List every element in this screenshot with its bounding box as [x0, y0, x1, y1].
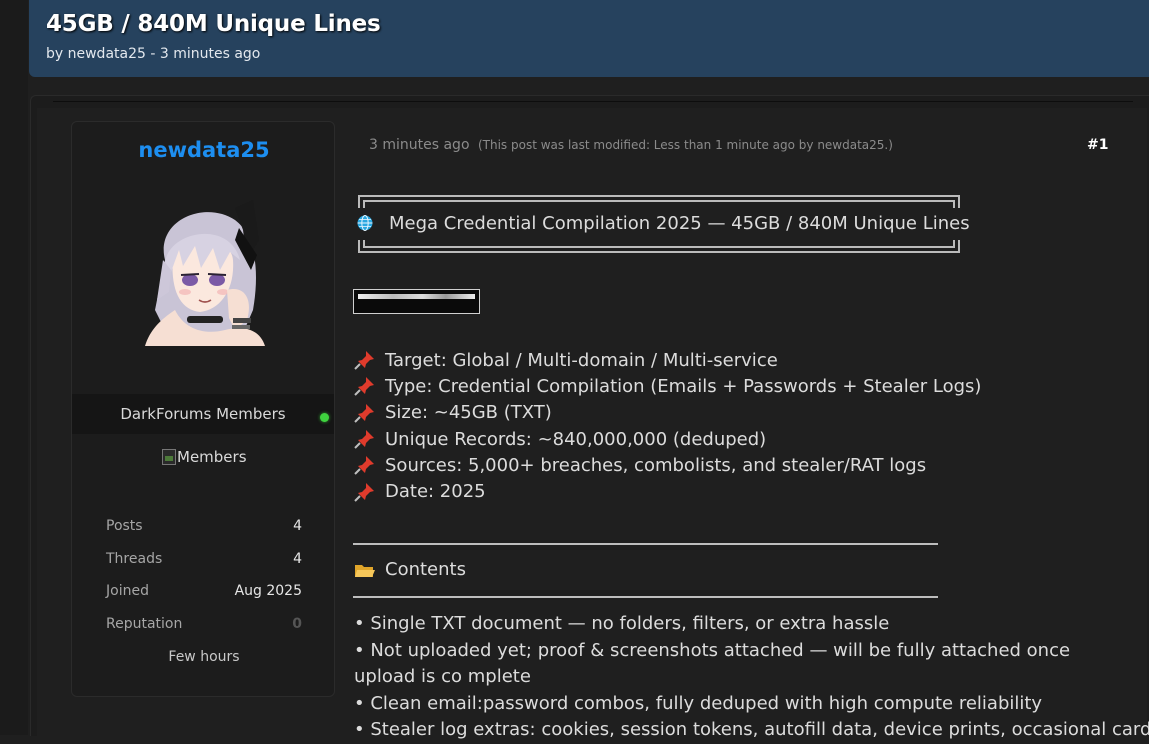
divider: [353, 543, 938, 545]
info-item: Target: Global / Multi-domain / Multi-se…: [354, 347, 981, 373]
info-text: Unique Records: ~840,000,000 (deduped): [385, 428, 767, 450]
post-meta: 3 minutes ago (This post was last modifi…: [369, 137, 893, 153]
divider: [53, 101, 1133, 102]
post-time[interactable]: 3 minutes ago: [369, 137, 470, 153]
stat-label: Threads: [106, 550, 163, 567]
group-image-alt: Members: [177, 448, 247, 466]
page-gutter: [0, 0, 28, 735]
info-text: Date: 2025: [385, 481, 486, 503]
pushpin-icon: [354, 351, 374, 370]
pushpin-icon: [354, 377, 374, 397]
last-seen: Few hours: [168, 649, 240, 665]
info-item: Size: ~45GB (TXT): [354, 400, 981, 426]
stat-label: Posts: [106, 518, 143, 534]
divider: [353, 596, 938, 598]
info-text: Sources: 5,000+ breaches, combolists, an…: [385, 454, 927, 476]
post-headline: Mega Credential Compilation 2025 — 45GB …: [389, 213, 970, 234]
list-item: • Single TXT document — no folders, filt…: [354, 613, 890, 634]
usergroup-bar: DarkForums Members: [72, 394, 334, 434]
thread-header: 45GB / 840M Unique Lines by newdata25 - …: [29, 0, 1149, 77]
contents-heading: Contents: [354, 559, 466, 580]
info-text: Target: Global / Multi-domain / Multi-se…: [385, 349, 778, 371]
proof-image[interactable]: [353, 289, 480, 314]
stat-row: Posts 4: [106, 518, 302, 551]
post-edited-note: (This post was last modified: Less than …: [477, 138, 893, 152]
contents-list: • Single TXT document — no folders, filt…: [354, 611, 1149, 744]
info-item: Date: 2025: [354, 478, 981, 504]
info-list: Target: Global / Multi-domain / Multi-se…: [354, 347, 981, 505]
pushpin-icon: [354, 456, 374, 476]
pushpin-icon: [354, 482, 374, 502]
author-username[interactable]: newdata25: [72, 138, 336, 162]
info-item: Sources: 5,000+ breaches, combolists, an…: [354, 452, 981, 478]
folder-icon: [355, 564, 375, 577]
list-item: • Not uploaded yet; proof & screenshots …: [354, 639, 1071, 688]
broken-image-icon: [162, 449, 176, 465]
stat-value[interactable]: 4: [293, 551, 302, 567]
author-stats: Posts 4 Threads 4 Joined Aug 2025 Reputa…: [106, 518, 302, 648]
usergroup-label: DarkForums Members: [120, 405, 286, 423]
thread-title: 45GB / 840M Unique Lines: [46, 11, 381, 37]
globe-icon: [357, 215, 373, 231]
stat-row: Reputation 0: [106, 616, 302, 649]
group-image: Members: [162, 448, 247, 466]
reputation-value[interactable]: 0: [292, 616, 302, 632]
post-headline-box: Mega Credential Compilation 2025 — 45GB …: [357, 195, 970, 253]
author-avatar[interactable]: [135, 200, 271, 346]
stat-value[interactable]: 4: [293, 518, 302, 534]
pushpin-icon: [354, 430, 374, 449]
stat-value: Aug 2025: [234, 583, 302, 599]
info-item: Unique Records: ~840,000,000 (deduped): [354, 426, 981, 452]
stat-row: Threads 4: [106, 551, 302, 584]
author-panel: newdata25 DarkForums Members Members Pos…: [71, 121, 335, 697]
info-text: Size: ~45GB (TXT): [385, 402, 552, 424]
online-status-icon: [320, 413, 329, 422]
list-item: • Stealer log extras: cookies, session t…: [354, 719, 1149, 740]
info-item: Type: Credential Compilation (Emails + P…: [354, 373, 981, 399]
list-item: • Clean email:password combos, fully ded…: [354, 692, 1043, 714]
stat-label: Joined: [106, 583, 149, 599]
info-text: Type: Credential Compilation (Emails + P…: [385, 375, 982, 397]
post-number-link[interactable]: #1: [1087, 137, 1108, 153]
thread-byline: by newdata25 - 3 minutes ago: [46, 46, 261, 62]
contents-heading-text: Contents: [385, 559, 466, 580]
stat-label: Reputation: [106, 615, 183, 632]
stat-row: Joined Aug 2025: [106, 583, 302, 616]
pushpin-icon: [354, 403, 374, 423]
